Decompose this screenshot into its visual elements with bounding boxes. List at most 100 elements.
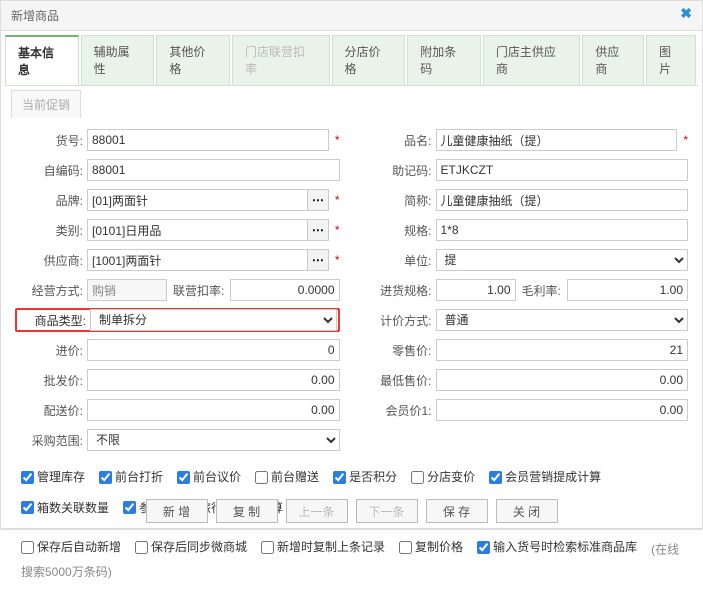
checkbox-新增时复制上条记录[interactable]: 新增时复制上条记录 [261,536,385,558]
checkbox-input[interactable] [135,541,148,554]
footer-buttons: 新 增 复 制 上一条 下一条 保 存 关 闭 [0,499,703,523]
input-guige[interactable] [436,219,689,241]
input-jhgg[interactable] [436,279,516,301]
required-mark: * [335,193,340,207]
lbl-gys: 供应商: [15,252,87,269]
btn-close[interactable]: 关 闭 [496,499,558,523]
input-liankou[interactable] [230,279,339,301]
checkbox-input[interactable] [333,471,346,484]
picker-leibie-icon[interactable]: ⋯ [307,219,329,241]
lbl-jinjia: 进价: [15,342,87,359]
input-jinjia[interactable] [87,339,340,361]
check-row-3: 保存后自动新增保存后同步微商城新增时复制上条记录复制价格输入货号时检索标准商品库… [1,532,702,589]
input-pinming[interactable] [436,129,678,151]
picker-pinpai-icon[interactable]: ⋯ [307,189,329,211]
checkbox-复制价格[interactable]: 复制价格 [399,536,463,558]
right-column: 品名:* 助记码: 简称: 规格: 单位:提 进货规格:毛利率: 计价方式:普通… [364,128,689,458]
checkbox-input[interactable] [399,541,412,554]
tab-supplier[interactable]: 供应商 [582,35,644,85]
input-pinpai[interactable] [87,189,307,211]
tab-image[interactable]: 图片 [646,35,696,85]
select-splx[interactable]: 制单拆分 [90,309,337,331]
required-mark: * [683,133,688,147]
lbl-jiancheng: 简称: [364,192,436,209]
lbl-pinming: 品名: [364,132,436,149]
tabs: 基本信息 辅助属性 其他价格 门店联营扣率 分店价格 附加条码 门店主供应商 供… [5,35,698,86]
input-gys[interactable] [87,249,307,271]
checkbox-会员营销提成计算[interactable]: 会员营销提成计算 [489,466,601,488]
lbl-maolilv: 毛利率: [522,279,561,301]
tab-store-rate: 门店联营扣率 [232,35,330,85]
input-zhujima[interactable] [436,159,689,181]
checkbox-分店变价[interactable]: 分店变价 [411,466,475,488]
input-maolilv[interactable] [567,279,688,301]
input-zibianma[interactable] [87,159,340,181]
checkbox-前台打折[interactable]: 前台打折 [99,466,163,488]
checkbox-input[interactable] [177,471,190,484]
checkbox-input[interactable] [255,471,268,484]
checkbox-input[interactable] [489,471,502,484]
subtabs: 当前促销 [11,90,698,118]
btn-next: 下一条 [356,499,418,523]
select-danwei[interactable]: 提 [436,249,689,271]
tab-store-supplier[interactable]: 门店主供应商 [483,35,581,85]
lbl-liankou: 联营扣率: [173,279,224,301]
checkbox-保存后自动新增[interactable]: 保存后自动新增 [21,536,121,558]
input-peisongjia[interactable] [87,399,340,421]
check-row-1: 管理库存前台打折前台议价前台赠送是否积分分店变价会员营销提成计算 [1,462,702,497]
checkbox-前台议价[interactable]: 前台议价 [177,466,241,488]
input-hyj[interactable] [436,399,689,421]
subtab-current-promo[interactable]: 当前促销 [11,90,81,118]
btn-fuzhi[interactable]: 复 制 [216,499,278,523]
lbl-jjfs: 计价方式: [364,312,436,329]
input-zdsj[interactable] [436,369,689,391]
checkbox-是否积分[interactable]: 是否积分 [333,466,397,488]
tab-extra-barcode[interactable]: 附加条码 [407,35,481,85]
close-icon[interactable]: ✖ [680,5,692,22]
lbl-danwei: 单位: [364,252,436,269]
tab-other-price[interactable]: 其他价格 [156,35,230,85]
lbl-jyfs: 经营方式: [15,282,87,299]
select-jjfs[interactable]: 普通 [436,309,689,331]
btn-prev: 上一条 [286,499,348,523]
input-jiancheng[interactable] [436,189,689,211]
btn-save[interactable]: 保 存 [426,499,488,523]
checkbox-input[interactable] [261,541,274,554]
lbl-hyj: 会员价1: [364,402,436,419]
btn-xinzeng[interactable]: 新 增 [146,499,208,523]
input-pifajia[interactable] [87,369,340,391]
window-title: 新增商品 [11,9,59,23]
tab-branch-price[interactable]: 分店价格 [332,35,406,85]
input-huohao[interactable] [87,129,329,151]
lbl-jhgg: 进货规格: [364,282,436,299]
checkbox-保存后同步微商城[interactable]: 保存后同步微商城 [135,536,247,558]
lbl-pinpai: 品牌: [15,192,87,209]
lbl-splx: 商品类型: [18,312,90,329]
required-mark: * [335,133,340,147]
checkbox-input[interactable] [21,541,34,554]
lbl-leibie: 类别: [15,222,87,239]
input-jyfs [87,279,167,301]
checkbox-input[interactable] [411,471,424,484]
picker-gys-icon[interactable]: ⋯ [307,249,329,271]
checkbox-input[interactable] [21,471,34,484]
tab-aux-attr[interactable]: 辅助属性 [81,35,155,85]
checkbox-input[interactable] [477,541,490,554]
checkbox-输入货号时检索标准商品库[interactable]: 输入货号时检索标准商品库 [477,536,637,558]
lbl-guige: 规格: [364,222,436,239]
required-mark: * [335,253,340,267]
lbl-huohao: 货号: [15,132,87,149]
lbl-lsj: 零售价: [364,342,436,359]
input-lsj[interactable] [436,339,689,361]
checkbox-input[interactable] [99,471,112,484]
checkbox-前台赠送[interactable]: 前台赠送 [255,466,319,488]
input-leibie[interactable] [87,219,307,241]
lbl-peisongjia: 配送价: [15,402,87,419]
tab-basic-info[interactable]: 基本信息 [5,35,79,85]
lbl-zdsj: 最低售价: [364,372,436,389]
lbl-pifajia: 批发价: [15,372,87,389]
lbl-caigoufw: 采购范围: [15,432,87,449]
titlebar: 新增商品 ✖ [1,1,702,31]
select-caigoufw[interactable]: 不限 [87,429,340,451]
checkbox-管理库存[interactable]: 管理库存 [21,466,85,488]
